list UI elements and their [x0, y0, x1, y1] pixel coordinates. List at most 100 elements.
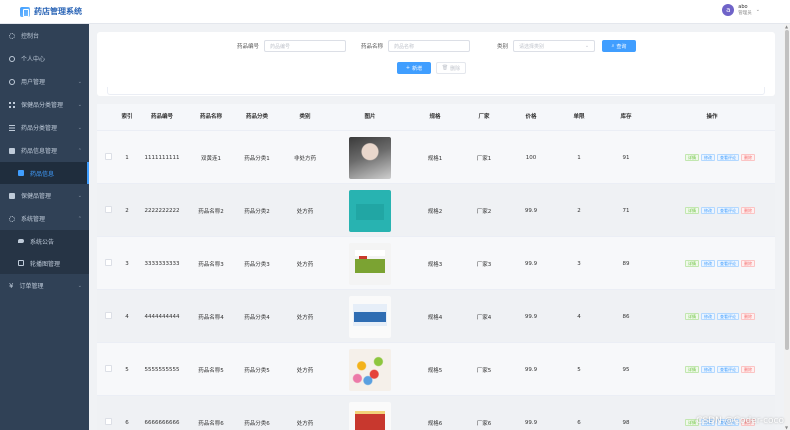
cell-type: 非处方药 — [293, 155, 316, 162]
delete-row-button[interactable]: 删除 — [741, 154, 755, 161]
chevron-down-icon: ⌄ — [77, 124, 82, 131]
sidebar-item-system[interactable]: 系统管理 ⌃ — [0, 207, 89, 230]
detail-button[interactable]: 详情 — [685, 260, 699, 267]
cell-type: 处方药 — [296, 420, 314, 427]
table-row[interactable]: 2 2222222222 药品名称2 药品分类2 处方药 规格2 厂家2 99.9 2 71 详情… — [97, 184, 775, 237]
cell-stock: 71 — [622, 207, 630, 214]
drug-image[interactable] — [349, 348, 391, 391]
edit-button[interactable]: 修改 — [701, 313, 715, 320]
list-icon — [9, 124, 15, 131]
scroll-down-icon[interactable]: ▼ — [785, 425, 788, 430]
drug-image[interactable] — [349, 189, 391, 232]
sidebar-item-drug-category[interactable]: 药品分类管理 ⌄ — [0, 116, 89, 139]
th-index: 索引 — [121, 114, 133, 120]
image-icon — [18, 260, 24, 266]
scroll-thumb[interactable] — [785, 30, 789, 350]
sidebar-item-label: 轮播图管理 — [30, 260, 61, 268]
edit-button[interactable]: 修改 — [701, 207, 715, 214]
delete-row-button[interactable]: 删除 — [741, 260, 755, 267]
cell-maker: 厂家4 — [476, 314, 492, 321]
cell-maker: 厂家6 — [476, 420, 492, 427]
name-input[interactable]: 药品名称 — [388, 40, 471, 52]
edit-button[interactable]: 修改 — [701, 154, 715, 161]
cell-spec: 规格3 — [427, 261, 443, 268]
trash-icon: 🗑 — [441, 65, 449, 71]
code-input[interactable]: 药品编号 — [264, 40, 347, 52]
table-row[interactable]: 1 1111111111 双黄连1 药品分类1 非处方药 规格1 厂家1 100 1 91 详情 … — [97, 131, 775, 184]
sidebar-item-dashboard[interactable]: 控制台 — [0, 24, 89, 47]
table-row[interactable]: 5 5555555555 药品名称5 药品分类5 处方药 规格5 厂家5 99.9 5 95 详情… — [97, 343, 775, 396]
edit-button[interactable]: 修改 — [701, 366, 715, 373]
sidebar-item-drug-info[interactable]: 药品信息 — [0, 162, 89, 184]
avatar[interactable]: a — [722, 4, 735, 16]
chevron-up-icon: ⌃ — [77, 215, 82, 222]
detail-button[interactable]: 详情 — [685, 207, 699, 214]
sidebar-item-users[interactable]: 用户管理 ⌄ — [0, 70, 89, 93]
sidebar-item-label: 药品信息 — [30, 170, 55, 178]
add-button-label: 新增 — [412, 65, 423, 72]
page-scrollbar[interactable]: ▲ ▼ — [784, 24, 790, 430]
cell-unit: 6 — [577, 419, 581, 426]
detail-button[interactable]: 详情 — [685, 313, 699, 320]
sidebar-item-notice[interactable]: 系统公告 — [0, 230, 89, 252]
drug-image[interactable] — [349, 242, 391, 285]
user-menu[interactable]: a abo 管理员 ⌄ — [722, 4, 760, 16]
row-checkbox[interactable] — [105, 206, 112, 213]
sidebar-item-orders[interactable]: ¥ 订单管理 ⌄ — [0, 274, 89, 297]
cell-spec: 规格6 — [427, 420, 443, 427]
cell-spec: 规格4 — [427, 314, 443, 321]
cell-price: 99.9 — [524, 207, 538, 214]
row-checkbox[interactable] — [105, 418, 112, 425]
code-field: 药品编号 药品编号 — [237, 40, 347, 52]
cell-category: 药品分类2 — [244, 208, 270, 215]
detail-button[interactable]: 详情 — [685, 366, 699, 373]
row-checkbox[interactable] — [105, 153, 112, 160]
table-row[interactable]: 6 6666666666 药品名称6 药品分类6 处方药 规格6 厂家6 99.9 6 98 详情… — [97, 396, 775, 430]
sidebar-item-healthcare-category[interactable]: 保健品分类管理 ⌄ — [0, 93, 89, 116]
row-checkbox[interactable] — [105, 312, 112, 319]
detail-button[interactable]: 详情 — [685, 154, 699, 161]
delete-row-button[interactable]: 删除 — [741, 366, 755, 373]
drug-image[interactable] — [349, 401, 391, 430]
delete-button[interactable]: 🗑 删除 — [436, 62, 466, 74]
query-button-label: 查询 — [616, 43, 627, 50]
cell-index: 2 — [125, 207, 129, 214]
search-panel: 药品编号 药品编号 药品名称 药品名称 类别 请选择类别 ⌄ ⌕ 查询 + 新增… — [97, 32, 775, 96]
users-icon — [9, 78, 15, 85]
cell-name: 双黄连1 — [201, 155, 221, 162]
chevron-down-icon[interactable]: ⌄ — [756, 7, 760, 13]
cell-stock: 86 — [622, 313, 630, 320]
delete-row-button[interactable]: 删除 — [741, 207, 755, 214]
cell-index: 1 — [125, 154, 129, 161]
query-button[interactable]: ⌕ 查询 — [602, 40, 636, 52]
sidebar-item-profile[interactable]: 个人中心 — [0, 47, 89, 70]
cell-code: 3333333333 — [144, 260, 180, 267]
scroll-up-icon[interactable]: ▲ — [785, 24, 788, 29]
code-label: 药品编号 — [237, 44, 260, 50]
edit-button[interactable]: 修改 — [701, 260, 715, 267]
drug-image[interactable] — [349, 136, 391, 179]
sidebar-item-healthcare[interactable]: 保健品管理 ⌄ — [0, 184, 89, 207]
add-button[interactable]: + 新增 — [397, 62, 431, 74]
table-row[interactable]: 4 4444444444 药品名称4 药品分类4 处方药 规格4 厂家4 99.9 4 86 详情… — [97, 290, 775, 343]
sidebar-item-carousel[interactable]: 轮播图管理 — [0, 252, 89, 274]
row-checkbox[interactable] — [105, 365, 112, 372]
cell-price: 100 — [525, 154, 537, 161]
cell-stock: 95 — [622, 366, 630, 373]
drug-image[interactable] — [349, 295, 391, 338]
view-reviews-button[interactable]: 查看评论 — [717, 207, 739, 214]
view-reviews-button[interactable]: 查看评论 — [717, 260, 739, 267]
view-reviews-button[interactable]: 查看评论 — [717, 154, 739, 161]
cell-image — [347, 396, 393, 430]
view-reviews-button[interactable]: 查看评论 — [717, 313, 739, 320]
table-row[interactable]: 3 3333333333 药品名称3 药品分类3 处方药 规格3 厂家3 99.9 3 89 详情… — [97, 237, 775, 290]
th-unit: 单限 — [573, 114, 585, 120]
delete-row-button[interactable]: 删除 — [741, 313, 755, 320]
chat-icon — [18, 239, 24, 243]
sidebar-item-drug-info-mgmt[interactable]: 药品信息管理 ⌃ — [0, 139, 89, 162]
row-checkbox[interactable] — [105, 259, 112, 266]
category-select[interactable]: 请选择类别 ⌄ — [513, 40, 596, 52]
cell-maker: 厂家3 — [476, 261, 492, 268]
sidebar-item-label: 用户管理 — [21, 79, 46, 86]
view-reviews-button[interactable]: 查看评论 — [717, 366, 739, 373]
